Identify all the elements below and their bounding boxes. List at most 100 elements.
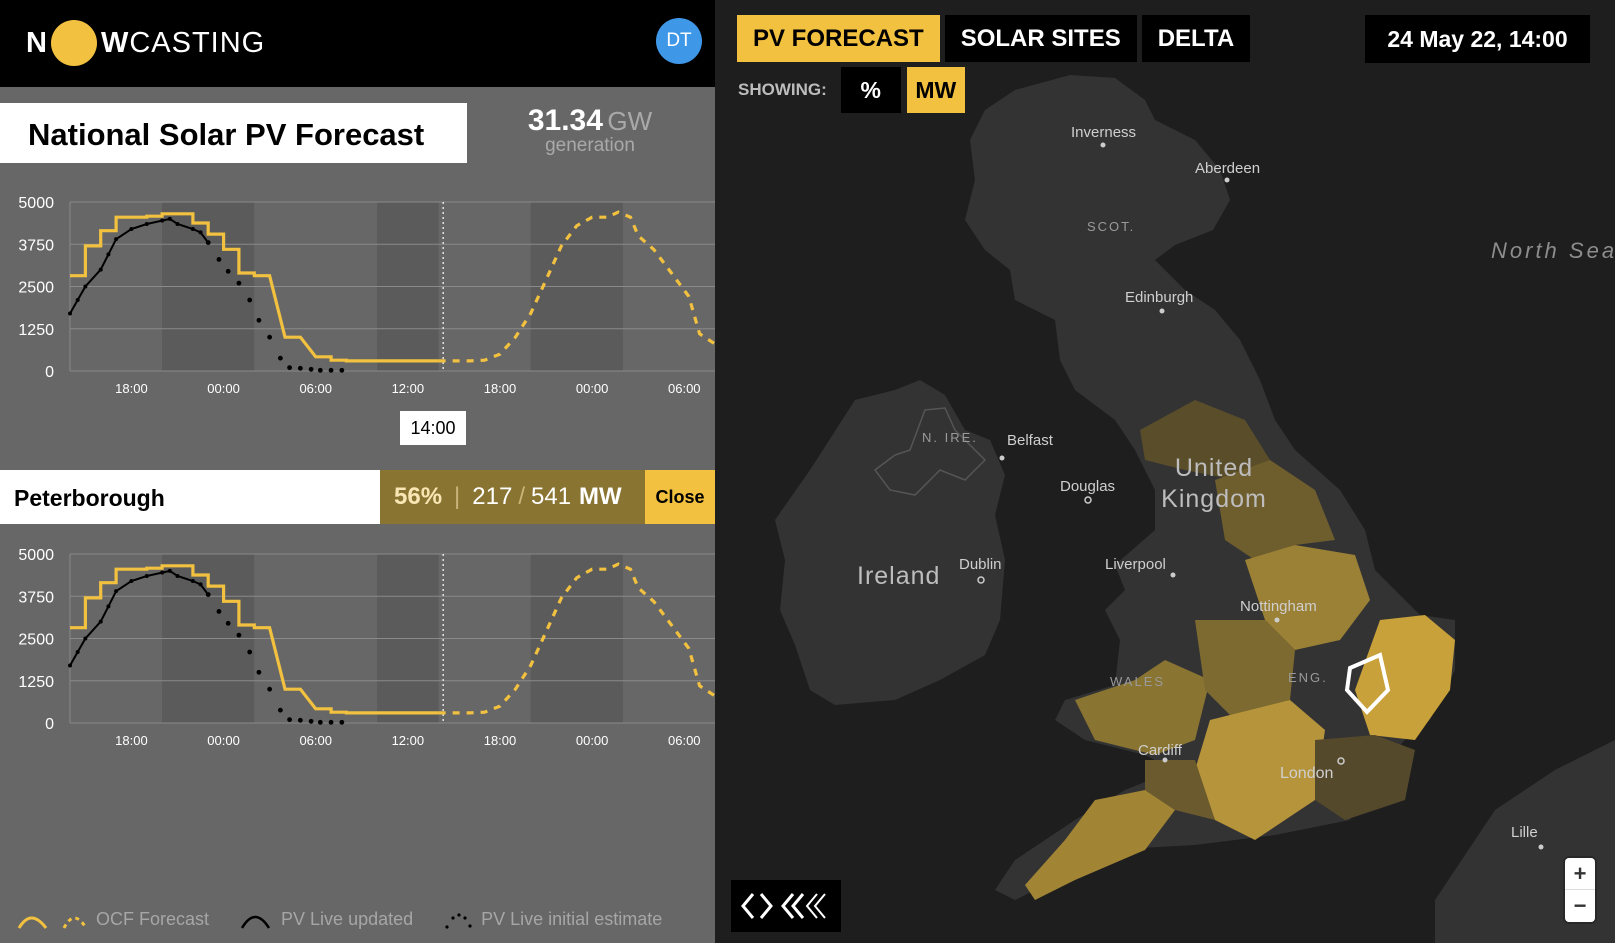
percent-toggle-button[interactable]: % xyxy=(840,67,901,113)
x-tick-label: 00:00 xyxy=(207,381,240,395)
x-tick-label: 00:00 xyxy=(207,733,240,747)
left-panel: N W CASTING DT National Solar PV Forecas… xyxy=(0,0,715,943)
live-dots-icon xyxy=(445,913,472,929)
live-initial-point xyxy=(297,365,303,371)
live-updated-point xyxy=(160,570,165,575)
live-initial-point xyxy=(247,297,253,303)
legend-live-updated-label: PV Live updated xyxy=(281,908,414,929)
collapse-panel-button[interactable] xyxy=(731,880,841,932)
national-forecast-title: National Solar PV Forecast xyxy=(0,103,467,163)
user-avatar[interactable]: DT xyxy=(656,18,702,64)
live-updated-point xyxy=(75,298,80,303)
map-tabs: PV FORECAST SOLAR SITES DELTA xyxy=(737,15,1255,62)
region-capacity-mw: 541 xyxy=(531,483,572,510)
national-forecast-chart[interactable]: 0 1250 2500 3750 5000 18:00 00:00 06:00 12:00 18:… xyxy=(0,185,715,395)
x-tick-label: 12:00 xyxy=(392,381,425,395)
region-percent: 56% xyxy=(394,483,443,510)
showing-label: SHOWING: xyxy=(738,80,827,99)
label-lille: Lille xyxy=(1511,824,1538,841)
y-tick-label: 1250 xyxy=(18,322,54,339)
live-initial-point xyxy=(339,367,345,373)
live-updated-point xyxy=(190,227,195,232)
live-updated-point xyxy=(144,221,149,226)
live-initial-point xyxy=(317,367,323,373)
x-tick-label: 06:00 xyxy=(299,381,332,395)
y-tick-label: 5000 xyxy=(18,547,54,564)
x-tick-label: 18:00 xyxy=(115,733,148,747)
live-updated-point xyxy=(129,579,134,584)
live-updated-point xyxy=(175,573,180,578)
logo-letter-w: W xyxy=(100,26,130,59)
zoom-in-button[interactable]: + xyxy=(1565,858,1595,890)
region-stats: 56% | 217 / 541 MW xyxy=(380,470,645,524)
live-initial-point xyxy=(267,686,273,692)
logo-letter-n: N xyxy=(26,26,48,59)
live-updated-point xyxy=(68,311,72,316)
live-initial-point xyxy=(247,649,253,655)
tab-solar-sites[interactable]: SOLAR SITES xyxy=(944,15,1137,62)
y-tick-label: 0 xyxy=(45,716,54,733)
nowcasting-logo[interactable]: N W CASTING xyxy=(26,20,266,66)
selected-time-label[interactable]: 14:00 xyxy=(400,411,466,445)
region-name: Peterborough xyxy=(0,470,380,524)
tab-delta[interactable]: DELTA xyxy=(1141,15,1251,62)
stats-separator: | xyxy=(454,483,461,510)
live-initial-point xyxy=(256,669,262,675)
sun-icon xyxy=(50,20,97,66)
date-time-display: 24 May 22, 14:00 xyxy=(1365,15,1590,63)
mw-toggle-button[interactable]: MW xyxy=(906,67,965,113)
showing-toggle: SHOWING: % MW xyxy=(738,67,971,113)
live-initial-point xyxy=(256,317,262,323)
live-updated-point xyxy=(190,579,195,584)
logo-text: CASTING xyxy=(129,26,266,59)
live-updated-point xyxy=(114,237,119,242)
zoom-out-button[interactable]: − xyxy=(1565,890,1595,922)
x-tick-label: 00:00 xyxy=(576,381,609,395)
edinburgh-marker xyxy=(1159,308,1165,314)
label-eng: ENG. xyxy=(1288,670,1328,685)
liverpool-marker xyxy=(1170,572,1176,578)
top-bar: N W CASTING DT xyxy=(0,0,715,87)
aberdeen-marker xyxy=(1224,177,1230,183)
live-updated-point xyxy=(98,267,103,272)
live-initial-point xyxy=(317,719,323,725)
live-initial-point xyxy=(287,365,293,371)
y-tick-label: 2500 xyxy=(18,632,54,649)
label-inverness: Inverness xyxy=(1071,124,1137,141)
legend-forecast: OCF Forecast xyxy=(16,906,209,932)
label-scot: SCOT. xyxy=(1087,219,1136,234)
inverness-marker xyxy=(1100,142,1106,148)
label-wales: WALES xyxy=(1110,674,1166,689)
region-unit: MW xyxy=(579,483,622,510)
live-updated-point xyxy=(167,216,172,221)
x-tick-label: 12:00 xyxy=(392,733,425,747)
tab-pv-forecast[interactable]: PV FORECAST xyxy=(737,15,940,62)
live-updated-point xyxy=(106,252,111,257)
legend-live-initial-label: PV Live initial estimate xyxy=(481,908,663,929)
region-current-mw: 217 xyxy=(472,483,513,510)
label-north-sea: North Sea xyxy=(1491,238,1615,263)
live-initial-point xyxy=(277,707,283,713)
label-london: London xyxy=(1280,765,1334,782)
live-initial-point xyxy=(339,719,345,725)
live-updated-point xyxy=(106,604,111,609)
label-aberdeen: Aberdeen xyxy=(1195,160,1261,177)
map-panel[interactable]: Inverness Aberdeen SCOT. Edinburgh North… xyxy=(715,0,1615,943)
live-updated-point xyxy=(144,573,149,578)
live-updated-point xyxy=(198,582,203,587)
label-nottingham: Nottingham xyxy=(1240,598,1317,615)
live-initial-point xyxy=(205,592,211,597)
live-initial-point xyxy=(267,334,273,340)
live-initial-point xyxy=(205,240,211,245)
nottingham-marker xyxy=(1274,617,1280,623)
live-updated-point xyxy=(68,663,72,668)
live-updated-point xyxy=(114,589,119,594)
x-tick-label: 06:00 xyxy=(668,733,701,747)
close-region-button[interactable]: Close xyxy=(645,470,715,524)
live-initial-point xyxy=(297,717,303,723)
label-liverpool: Liverpool xyxy=(1105,556,1166,573)
region-forecast-chart[interactable]: 0 1250 2500 3750 5000 18:00 00:00 06:00 12:00 18:… xyxy=(0,537,715,747)
live-initial-point xyxy=(308,718,314,724)
collapse-arrows-icon xyxy=(741,893,826,919)
lille-marker xyxy=(1538,844,1544,850)
